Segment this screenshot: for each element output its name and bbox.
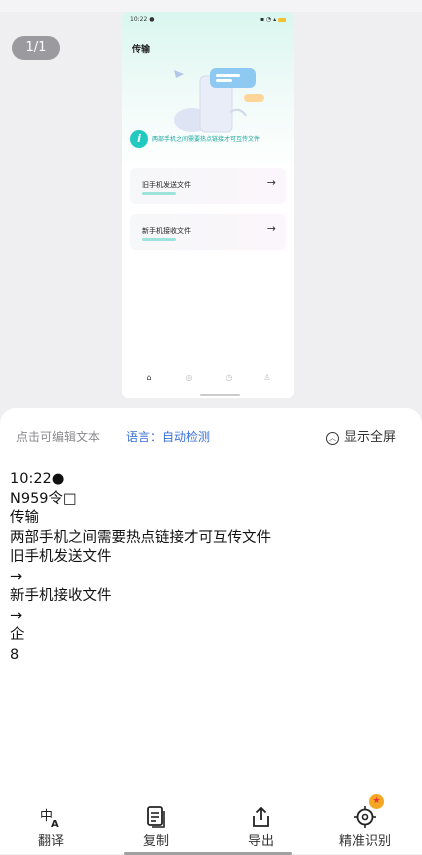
battery-icon	[278, 17, 286, 22]
preview-home-bar	[200, 394, 240, 396]
ocr-line[interactable]: 企	[10, 626, 410, 646]
language-selector[interactable]: 语言：自动检测	[126, 428, 210, 445]
ocr-line[interactable]: 10:22●	[10, 470, 410, 490]
precise-recognition-button[interactable]: ★ 精准识别	[325, 794, 405, 849]
ocr-line[interactable]: →	[10, 568, 410, 588]
preview-info-text: 两部手机之间需要热点链接才可互传文件	[152, 136, 261, 143]
copy-label: 复制	[142, 834, 169, 849]
edit-hint: 点击可编辑文本	[16, 430, 101, 444]
target-icon	[325, 802, 405, 828]
ocr-line[interactable]: 8	[10, 646, 410, 666]
preview-card-new-phone: 新手机接收文件 →	[130, 214, 286, 250]
copy-icon	[116, 802, 196, 828]
clock-icon: ◷	[225, 373, 233, 382]
page-indicator: 1/1	[12, 36, 60, 60]
star-badge-icon: ★	[369, 794, 384, 809]
preview-status-icons: ▪ ◔ ▴	[260, 16, 286, 23]
ocr-line[interactable]: 两部手机之间需要热点链接才可互传文件	[10, 529, 410, 549]
translate-icon: 中 A	[11, 802, 91, 830]
precise-recognition-label: 精准识别	[338, 834, 391, 849]
home-icon: ⌂	[146, 373, 152, 382]
svg-text:A: A	[51, 819, 59, 829]
screenshot-preview[interactable]: 10:22 ● ▪ ◔ ▴ 传输 i 两部手机之间需要热点链接才可互传文件 旧手…	[122, 12, 294, 398]
ocr-line[interactable]: →	[10, 607, 410, 627]
ocr-text-area[interactable]: 10:22● N959令□ 传输 两部手机之间需要热点链接才可互传文件 旧手机发…	[10, 470, 410, 665]
preview-title: 传输	[132, 45, 151, 55]
card-underline	[142, 192, 176, 195]
copy-button[interactable]: 复制	[116, 802, 196, 849]
arrow-right-icon: →	[266, 176, 276, 189]
preview-info-row: i 两部手机之间需要热点链接才可互传文件	[130, 130, 290, 150]
arrow-right-icon: →	[266, 222, 276, 235]
profile-icon: ♙	[263, 373, 271, 382]
ocr-result-sheet: 点击可编辑文本 语言：自动检测 ︿ 显示全屏 10:22● N959令□ 传输 两…	[0, 408, 422, 855]
card-underline	[142, 238, 176, 241]
preview-card-old-phone: 旧手机发送文件 →	[130, 168, 286, 204]
ocr-line[interactable]: N959令□	[10, 490, 410, 510]
share-icon	[221, 802, 301, 828]
ocr-line[interactable]: 新手机接收文件	[10, 587, 410, 607]
preview-card-label: 新手机接收文件	[142, 227, 191, 235]
preview-card-label: 旧手机发送文件	[142, 181, 191, 189]
fullscreen-label: 显示全屏	[343, 430, 396, 445]
chevron-up-icon: ︿	[325, 432, 339, 445]
transfer-icon: ◎	[185, 373, 193, 382]
export-button[interactable]: 导出	[221, 802, 301, 849]
status-strip	[0, 0, 422, 12]
export-label: 导出	[247, 834, 274, 849]
translate-button[interactable]: 中 A 翻译	[11, 802, 91, 850]
preview-status-time: 10:22 ●	[130, 16, 155, 23]
info-icon: i	[130, 130, 148, 148]
fullscreen-button[interactable]: ︿ 显示全屏	[325, 426, 396, 445]
ocr-line[interactable]: 旧手机发送文件	[10, 548, 410, 568]
ocr-line[interactable]: 传输	[10, 509, 410, 529]
action-bar: 中 A 翻译 复制 导出 ★ 精准识别	[0, 794, 422, 854]
preview-tabbar: ⌂ ◎ ◷ ♙	[138, 371, 278, 387]
translate-label: 翻译	[37, 834, 64, 849]
